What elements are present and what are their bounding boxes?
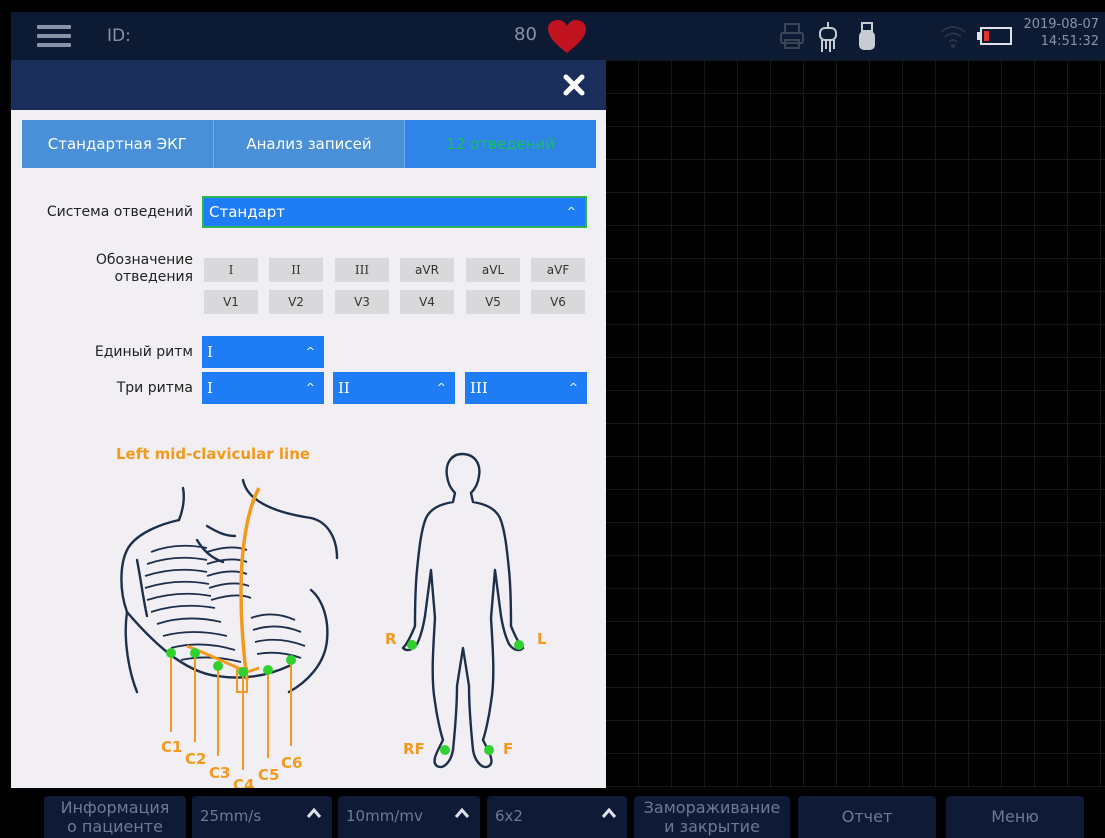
electrode-c1 (166, 648, 176, 658)
close-icon[interactable] (560, 71, 588, 99)
ecg-waveform-area (605, 60, 1105, 788)
electrode-c4 (238, 667, 248, 677)
label-f: F (503, 740, 513, 758)
lead-button-V1[interactable]: V1 (204, 290, 258, 314)
electrode-r (407, 640, 417, 650)
body-silhouette (401, 452, 525, 769)
lead-button-V3[interactable]: V3 (335, 290, 389, 314)
lead-button-V5[interactable]: V5 (466, 290, 520, 314)
lead-button-aVL[interactable]: aVL (466, 258, 520, 282)
three-rhythm-value-3: III (470, 379, 488, 397)
lead-names-label: Обозначение отведения (95, 252, 193, 285)
ecg-cable-icon (819, 22, 837, 52)
single-rhythm-label: Единый ритм (94, 344, 193, 360)
label-r: R (385, 630, 397, 648)
lead-button-V2[interactable]: V2 (269, 290, 323, 314)
menu-button[interactable]: Меню (946, 796, 1084, 838)
lead-system-value: Стандарт (209, 203, 286, 221)
label-c3: C3 (209, 764, 230, 782)
three-rhythm-value-2: II (338, 379, 350, 397)
status-bar: ID: 80 2019-08-07 14:51:32 (0, 0, 1105, 60)
electrode-placement-diagram: Left mid-clavicular line C1 C2 C3 C4 C5 … (11, 440, 606, 788)
electrode-c2 (190, 648, 200, 658)
time-text: 14:51:32 (1040, 34, 1099, 49)
chevron-up-icon (306, 807, 322, 818)
lead-button-II[interactable]: II (269, 258, 323, 282)
status-bar-panel: ID: 80 2019-08-07 14:51:32 (11, 12, 1105, 60)
report-button[interactable]: Отчет (798, 796, 936, 838)
heart-rate-value: 80 (514, 24, 537, 45)
bottom-toolbar: Информация о пациенте 25mm/s 10mm/mv 6x2… (0, 788, 1105, 838)
tab-12-leads[interactable]: 12 отведений (404, 120, 597, 168)
lead-button-V4[interactable]: V4 (400, 290, 454, 314)
lead-button-V6[interactable]: V6 (531, 290, 585, 314)
hamburger-menu-icon[interactable] (37, 25, 71, 47)
label-c2: C2 (185, 750, 206, 768)
lead-button-III[interactable]: III (335, 258, 389, 282)
tab-standard-ecg[interactable]: Стандартная ЭКГ (22, 120, 213, 168)
single-rhythm-value: I (207, 343, 213, 361)
dialog-tabs: Стандартная ЭКГ Анализ записей 12 отведе… (22, 120, 597, 168)
label-rf: RF (403, 740, 425, 758)
datetime: 2019-08-07 14:51:32 (1023, 16, 1099, 50)
usb-storage-icon (859, 22, 875, 50)
label-c6: C6 (281, 754, 302, 772)
electrode-c3 (213, 661, 223, 671)
heart-icon (548, 20, 586, 53)
single-rhythm-select[interactable]: I ^ (202, 336, 324, 368)
lead-button-aVR[interactable]: aVR (400, 258, 454, 282)
ribs (144, 544, 306, 663)
lead-system-label: Система отведений (46, 204, 193, 220)
label-c5: C5 (258, 766, 279, 784)
three-rhythm-select-2[interactable]: II ^ (333, 372, 455, 404)
electrode-c5 (263, 665, 273, 675)
speed-select[interactable]: 25mm/s (192, 796, 332, 838)
gain-select[interactable]: 10mm/mv (338, 796, 480, 838)
tab-record-analysis[interactable]: Анализ записей (212, 120, 405, 168)
chevron-up-icon: ^ (305, 345, 315, 358)
label-c4: C4 (233, 776, 254, 788)
chevron-up-icon: ^ (436, 381, 446, 394)
electrode-c6 (286, 655, 296, 665)
label-l: L (537, 630, 547, 648)
patient-id-label: ID: (107, 26, 131, 46)
diagram-title: Left mid-clavicular line (116, 445, 310, 463)
electrode-f (484, 745, 494, 755)
date-text: 2019-08-07 (1023, 17, 1099, 32)
printer-icon (780, 23, 804, 49)
label-c1: C1 (161, 738, 182, 756)
chevron-up-icon: ^ (568, 381, 578, 394)
settings-dialog: Стандартная ЭКГ Анализ записей 12 отведе… (11, 60, 606, 788)
electrode-diagram-svg: Left mid-clavicular line C1 C2 C3 C4 C5 … (116, 445, 547, 788)
battery-icon (977, 27, 1012, 45)
layout-select[interactable]: 6x2 (487, 796, 627, 838)
three-rhythm-select-3[interactable]: III ^ (465, 372, 587, 404)
wifi-icon (940, 26, 966, 48)
electrode-l (514, 640, 524, 650)
three-rhythm-select-1[interactable]: I ^ (202, 372, 324, 404)
chevron-up-icon: ^ (566, 205, 576, 218)
chevron-up-icon (454, 807, 470, 818)
dialog-header (11, 60, 606, 110)
lead-button-aVF[interactable]: aVF (531, 258, 585, 282)
three-rhythm-label: Три ритма (116, 380, 193, 396)
lead-button-I[interactable]: I (204, 258, 258, 282)
chevron-up-icon (601, 807, 617, 818)
lead-system-select[interactable]: Стандарт ^ (202, 196, 587, 228)
freeze-close-button[interactable]: Замораживание и закрытие (634, 796, 790, 838)
patient-info-button[interactable]: Информация о пациенте (44, 796, 186, 838)
three-rhythm-value-1: I (207, 379, 213, 397)
chest-lead-labels: C1 C2 C3 C4 C5 C6 (161, 738, 302, 788)
chevron-up-icon: ^ (305, 381, 315, 394)
electrode-rf (440, 745, 450, 755)
